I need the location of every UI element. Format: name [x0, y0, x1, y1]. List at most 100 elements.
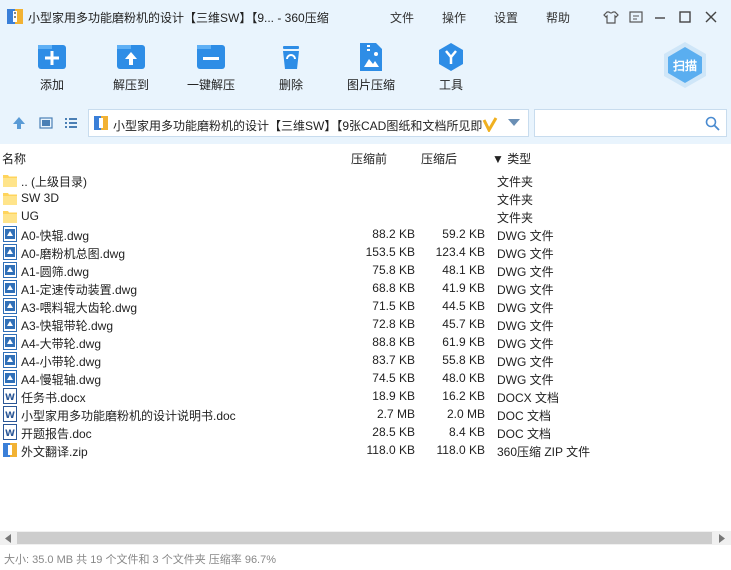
file-size-after: 44.5 KB [442, 299, 485, 313]
menu-file[interactable]: 文件 [390, 9, 414, 26]
zip-file-icon [3, 442, 17, 458]
file-type: DWG 文件 [497, 247, 554, 261]
feedback-icon[interactable] [627, 8, 645, 26]
file-row[interactable]: A0-磨粉机总图.dwg 153.5 KB 123.4 KB DWG 文件 [0, 243, 731, 261]
svg-text:W: W [5, 393, 15, 403]
file-row[interactable]: .. (上级目录) 文件夹 [0, 171, 731, 189]
column-type-header[interactable]: ▼ 类型 [492, 150, 531, 167]
file-name: A3-快辊带轮.dwg [21, 319, 114, 333]
file-type: DWG 文件 [497, 319, 554, 333]
file-type: DOCX 文档 [497, 391, 560, 405]
file-size-before: 153.5 KB [365, 245, 415, 259]
word-file-icon: W [3, 388, 17, 404]
file-row[interactable]: A1-定速传动装置.dwg 68.8 KB 41.9 KB DWG 文件 [0, 279, 731, 297]
column-after-header[interactable]: 压缩后 [421, 150, 457, 167]
tools-button[interactable]: 工具 [421, 41, 481, 93]
dwg-file-icon [3, 316, 17, 332]
search-input[interactable] [534, 109, 727, 137]
dwg-file-icon [3, 244, 17, 260]
file-row[interactable]: A3-快辊带轮.dwg 72.8 KB 45.7 KB DWG 文件 [0, 315, 731, 333]
scan-label: 扫描 [673, 58, 697, 73]
file-row[interactable]: A0-快辊.dwg 88.2 KB 59.2 KB DWG 文件 [0, 225, 731, 243]
delete-icon [283, 46, 299, 69]
one-click-extract-button[interactable]: 一键解压 [181, 41, 241, 93]
file-row[interactable]: A1-圆筛.dwg 75.8 KB 48.1 KB DWG 文件 [0, 261, 731, 279]
file-name: UG [21, 209, 39, 223]
dwg-file-icon [3, 262, 17, 278]
skin-icon[interactable] [602, 8, 620, 26]
dwg-file-icon [3, 370, 17, 386]
file-size-before: 88.2 KB [372, 227, 415, 241]
file-row[interactable]: 外文翻译.zip 118.0 KB 118.0 KB 360压缩 ZIP 文件 [0, 441, 731, 459]
file-size-after: 48.1 KB [442, 263, 485, 277]
file-row[interactable]: UG 文件夹 [0, 207, 731, 225]
up-arrow-icon[interactable] [11, 115, 27, 131]
menu-help[interactable]: 帮助 [546, 9, 570, 26]
scrollbar-thumb[interactable] [17, 532, 712, 544]
path-dropdown-icon[interactable] [508, 119, 520, 127]
file-name: A0-磨粉机总图.dwg [21, 247, 126, 261]
file-type: DWG 文件 [497, 229, 554, 243]
file-size-before: 118.0 KB [366, 443, 415, 457]
image-compress-icon [360, 43, 382, 71]
svg-text:W: W [5, 411, 15, 421]
column-name-header[interactable]: 名称 [2, 150, 26, 167]
file-type: DWG 文件 [497, 355, 554, 369]
menu-settings[interactable]: 设置 [494, 9, 518, 26]
file-row[interactable]: W 任务书.docx 18.9 KB 16.2 KB DOCX 文档 [0, 387, 731, 405]
file-row[interactable]: W 开题报告.doc 28.5 KB 8.4 KB DOC 文档 [0, 423, 731, 441]
file-type: 文件夹 [497, 211, 534, 225]
menu-action[interactable]: 操作 [442, 9, 466, 26]
file-size-after: 8.4 KB [448, 425, 485, 439]
thumbnail-view-icon[interactable] [38, 115, 54, 131]
scroll-left-icon[interactable] [3, 534, 13, 543]
file-row[interactable]: A4-大带轮.dwg 88.8 KB 61.9 KB DWG 文件 [0, 333, 731, 351]
file-row[interactable]: A4-小带轮.dwg 83.7 KB 55.8 KB DWG 文件 [0, 351, 731, 369]
minimize-icon[interactable] [651, 8, 669, 26]
maximize-icon[interactable] [676, 8, 694, 26]
column-before-header[interactable]: 压缩前 [351, 150, 387, 167]
add-icon [38, 45, 66, 69]
file-row[interactable]: SW 3D 文件夹 [0, 189, 731, 207]
file-row[interactable]: W 小型家用多功能磨粉机的设计说明书.doc 2.7 MB 2.0 MB DOC 文档 [0, 405, 731, 423]
file-type: DWG 文件 [497, 265, 554, 279]
file-size-after: 41.9 KB [442, 281, 485, 295]
file-size-before: 88.8 KB [372, 335, 415, 349]
dwg-file-icon [3, 280, 17, 296]
extract-to-button[interactable]: 解压到 [101, 41, 161, 93]
file-size-after: 2.0 MB [446, 407, 485, 421]
list-view-icon[interactable] [63, 115, 79, 131]
search-icon[interactable] [705, 116, 720, 131]
file-type: 文件夹 [497, 175, 534, 189]
file-name: A3-喂料辊大齿轮.dwg [21, 301, 138, 315]
folder-icon [3, 172, 17, 188]
folder-icon [3, 208, 17, 224]
tools-icon [439, 43, 463, 71]
image-compress-button[interactable]: 图片压缩 [341, 41, 401, 93]
file-size-before: 72.8 KB [372, 317, 415, 331]
extract-to-icon [117, 45, 145, 69]
file-type: DWG 文件 [497, 283, 554, 297]
file-name: SW 3D [21, 191, 60, 205]
window-title: 小型家用多功能磨粉机的设计【三维SW】【9... - 360压缩 [28, 11, 329, 25]
file-type: DWG 文件 [497, 337, 554, 351]
file-type: DWG 文件 [497, 301, 554, 315]
path-text: 小型家用多功能磨粉机的设计【三维SW】【9张CAD图纸和文档所见即 [113, 119, 483, 133]
file-size-after: 45.7 KB [442, 317, 485, 331]
path-field[interactable]: 小型家用多功能磨粉机的设计【三维SW】【9张CAD图纸和文档所见即 [88, 109, 529, 137]
file-size-before: 18.9 KB [372, 389, 415, 403]
file-name: 外文翻译.zip [21, 445, 88, 459]
word-file-icon: W [3, 424, 17, 440]
file-size-before: 71.5 KB [372, 299, 415, 313]
scan-button[interactable]: 扫描 [660, 40, 710, 90]
toolbar: 添加 解压到 一键解压 删除 图片压缩 工具 扫描 [0, 33, 731, 103]
file-row[interactable]: A3-喂料辊大齿轮.dwg 71.5 KB 44.5 KB DWG 文件 [0, 297, 731, 315]
file-size-after: 123.4 KB [435, 245, 485, 259]
file-size-after: 48.0 KB [442, 371, 485, 385]
file-row[interactable]: A4-慢辊轴.dwg 74.5 KB 48.0 KB DWG 文件 [0, 369, 731, 387]
add-button[interactable]: 添加 [22, 41, 82, 93]
delete-button[interactable]: 删除 [261, 41, 321, 93]
file-type: DOC 文档 [497, 409, 552, 423]
close-icon[interactable] [702, 8, 720, 26]
scroll-right-icon[interactable] [717, 534, 727, 543]
